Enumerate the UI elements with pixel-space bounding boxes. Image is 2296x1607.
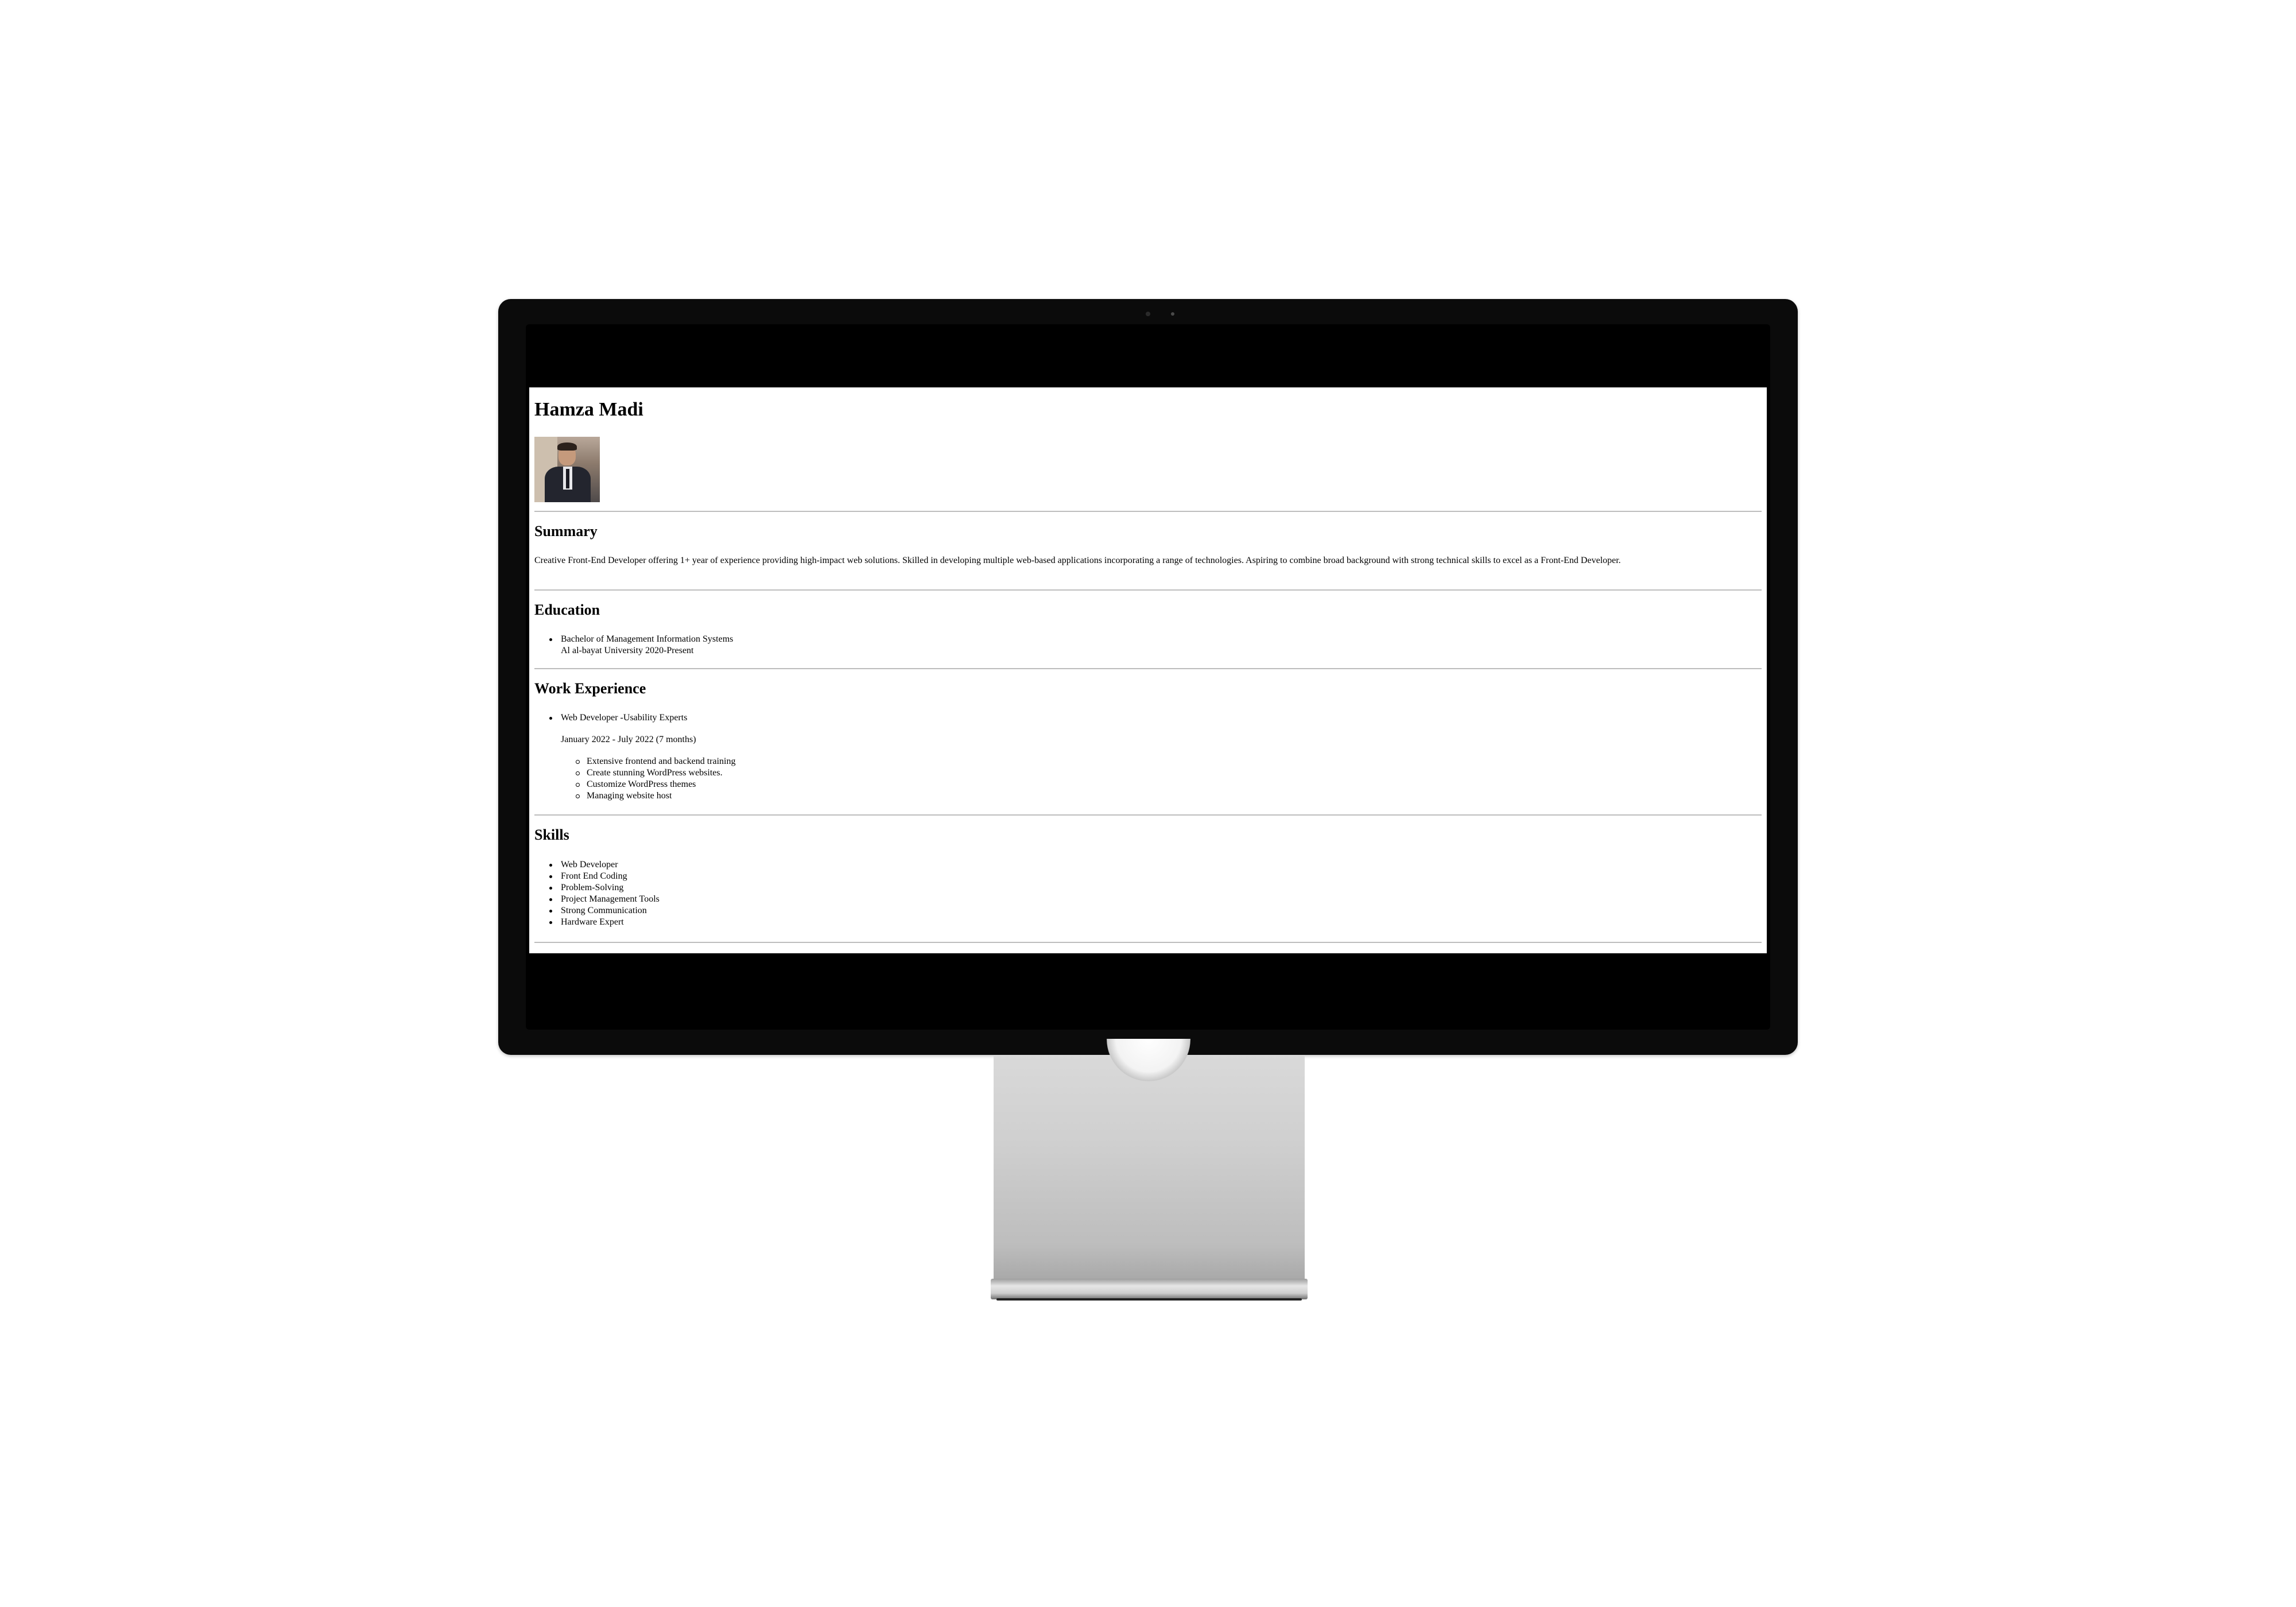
list-item: Problem-Solving	[549, 882, 660, 894]
list-item: Web Developer -Usability Experts	[549, 712, 688, 724]
degree-name: Bachelor of Management Information Syste…	[561, 634, 734, 644]
list-item: Managing website host	[575, 790, 735, 802]
list-item: Customize WordPress themes	[575, 779, 735, 790]
university-name: Al al-bayat University 2020-Present	[561, 646, 694, 655]
job-period: January 2022 - July 2022 (7 months)	[561, 735, 696, 744]
work-heading: Work Experience	[534, 680, 646, 697]
monitor-stand	[994, 1055, 1305, 1279]
education-heading: Education	[534, 601, 600, 618]
skills-list: Web Developer Front End Coding Problem-S…	[549, 859, 660, 928]
list-item: Front End Coding	[549, 871, 660, 882]
list-item: Strong Communication	[549, 905, 660, 917]
list-item: Web Developer	[549, 859, 660, 871]
monitor-stand-base	[991, 1279, 1308, 1299]
section-divider	[534, 668, 1762, 669]
monitor-frame: Hamza Madi Summary Creative Front-End De…	[498, 299, 1798, 1055]
list-item: Bachelor of Management Information Syste…	[549, 634, 734, 657]
page-title: Hamza Madi	[534, 399, 643, 420]
section-divider	[534, 589, 1762, 591]
resume-page[interactable]: Hamza Madi Summary Creative Front-End De…	[529, 387, 1767, 953]
list-item: Hardware Expert	[549, 917, 660, 928]
section-divider	[534, 511, 1762, 512]
work-list: Web Developer -Usability Experts	[549, 712, 688, 724]
skills-heading: Skills	[534, 826, 569, 843]
section-divider	[534, 942, 1762, 943]
job-title: Web Developer -Usability Experts	[561, 713, 688, 723]
stand-base-shadow	[996, 1298, 1302, 1301]
list-item: Create stunning WordPress websites.	[575, 767, 735, 779]
list-item: Project Management Tools	[549, 894, 660, 904]
summary-heading: Summary	[534, 523, 598, 539]
camera-sensor	[1146, 312, 1150, 316]
summary-text: Creative Front-End Developer offering 1+…	[534, 556, 1621, 565]
camera-lens	[1171, 312, 1174, 316]
education-list: Bachelor of Management Information Syste…	[549, 634, 734, 657]
monitor-display: Hamza Madi Summary Creative Front-End De…	[526, 324, 1770, 1030]
list-item: Extensive frontend and backend training	[575, 756, 736, 766]
section-divider	[534, 814, 1762, 816]
job-tasks-list: Extensive frontend and backend training …	[575, 756, 736, 802]
profile-photo	[534, 437, 600, 502]
